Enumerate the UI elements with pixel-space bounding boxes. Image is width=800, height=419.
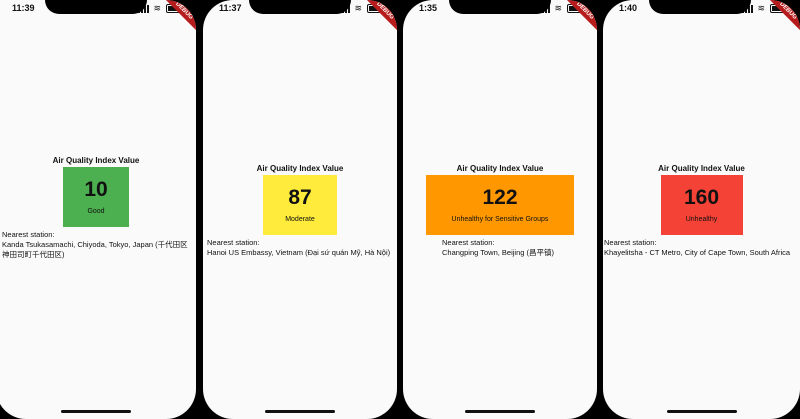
station-name: Changping Town, Beijing (昌平镇) xyxy=(442,248,554,257)
home-indicator[interactable] xyxy=(265,410,335,413)
phone-screen-4: 1:40 ≋ DEBUG Air Quality Index Value 160… xyxy=(600,0,800,419)
wifi-icon: ≋ xyxy=(757,3,766,13)
station-name: Hanoi US Embassy, Vietnam (Đại sứ quán M… xyxy=(207,248,391,257)
app-screen: 11:39 ≋ DEBUG Air Quality Index Value 10… xyxy=(0,0,196,419)
aqi-value: 122 xyxy=(482,186,518,209)
app-screen: 1:40 ≋ DEBUG Air Quality Index Value 160… xyxy=(603,0,800,419)
status-time: 1:40 xyxy=(619,3,638,13)
aqi-status: Good xyxy=(87,208,105,215)
notch xyxy=(449,0,551,14)
status-time: 11:37 xyxy=(219,3,242,13)
phone-screen-1: 11:39 ≋ DEBUG Air Quality Index Value 10… xyxy=(0,0,200,419)
aqi-card: 122 Unhealthy for Sensitive Groups xyxy=(426,175,574,235)
home-indicator[interactable] xyxy=(666,410,737,413)
phone-screen-2: 11:37 ≋ DEBUG Air Quality Index Value 87… xyxy=(200,0,400,419)
aqi-section: Air Quality Index Value 87 Moderate xyxy=(203,164,397,235)
aqi-status: Unhealthy for Sensitive Groups xyxy=(451,216,549,223)
station-name: Khayelitsha - CT Metro, City of Cape Tow… xyxy=(604,248,791,257)
station-label: Nearest station: xyxy=(604,238,657,247)
aqi-card: 160 Unhealthy xyxy=(660,175,743,235)
station-name: Kanda Tsukasamachi, Chiyoda, Tokyo, Japa… xyxy=(2,240,188,259)
app-screen: 1:35 ≋ DEBUG Air Quality Index Value 122… xyxy=(403,0,597,419)
aqi-title: Air Quality Index Value xyxy=(256,164,344,173)
station-label: Nearest station: xyxy=(442,238,495,247)
home-indicator[interactable] xyxy=(465,410,535,413)
aqi-card: 10 Good xyxy=(63,167,129,227)
home-indicator[interactable] xyxy=(61,410,131,413)
aqi-section: Air Quality Index Value 160 Unhealthy xyxy=(603,164,800,235)
station-label: Nearest station: xyxy=(207,238,260,247)
aqi-section: Air Quality Index Value 122 Unhealthy fo… xyxy=(403,164,597,235)
aqi-title: Air Quality Index Value xyxy=(456,164,544,173)
wifi-icon: ≋ xyxy=(354,3,363,13)
notch xyxy=(45,0,147,14)
nearest-station: Nearest station: Changping Town, Beijing… xyxy=(442,238,592,258)
aqi-value: 87 xyxy=(288,186,312,209)
phone-screen-3: 1:35 ≋ DEBUG Air Quality Index Value 122… xyxy=(400,0,600,419)
notch xyxy=(649,0,751,14)
nearest-station: Nearest station: Khayelitsha - CT Metro,… xyxy=(604,238,800,258)
aqi-value: 10 xyxy=(84,178,108,201)
aqi-card: 87 Moderate xyxy=(263,175,337,235)
aqi-status: Moderate xyxy=(285,216,315,223)
aqi-title: Air Quality Index Value xyxy=(52,156,140,165)
aqi-status: Unhealthy xyxy=(685,216,718,223)
aqi-title: Air Quality Index Value xyxy=(658,164,745,173)
aqi-section: Air Quality Index Value 10 Good xyxy=(0,156,196,227)
station-label: Nearest station: xyxy=(2,230,55,239)
status-time: 1:35 xyxy=(419,3,438,13)
notch xyxy=(249,0,351,14)
app-screen: 11:37 ≋ DEBUG Air Quality Index Value 87… xyxy=(203,0,397,419)
aqi-value: 160 xyxy=(683,186,720,209)
nearest-station: Nearest station: Hanoi US Embassy, Vietn… xyxy=(207,238,397,258)
wifi-icon: ≋ xyxy=(554,3,563,13)
status-time: 11:39 xyxy=(12,3,35,13)
wifi-icon: ≋ xyxy=(153,3,162,13)
nearest-station: Nearest station: Kanda Tsukasamachi, Chi… xyxy=(2,230,194,260)
